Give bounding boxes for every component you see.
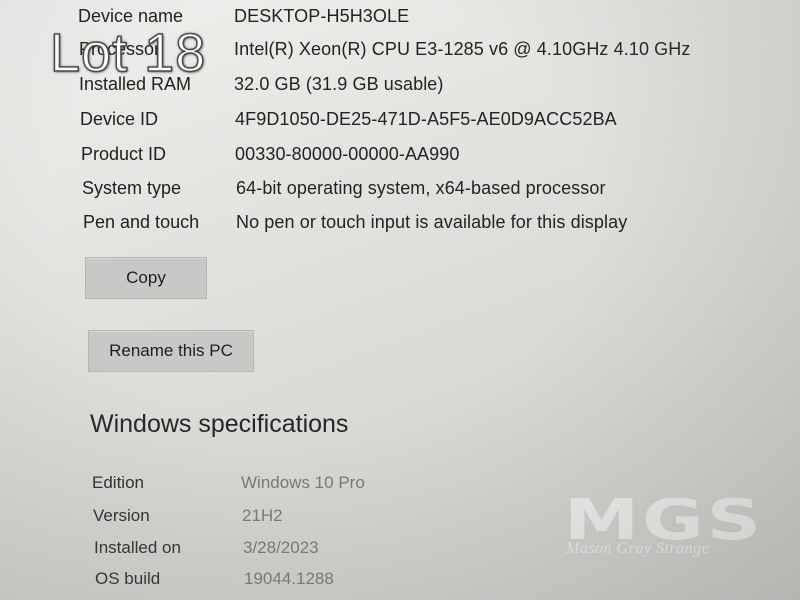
spec-value: 00330-80000-00000-AA990 [235, 144, 460, 164]
win-label: Edition [92, 473, 144, 492]
rename-pc-button[interactable]: Rename this PC [88, 330, 254, 372]
win-value: Windows 10 Pro [241, 473, 365, 492]
win-value: 21H2 [242, 506, 283, 525]
spec-value: 4F9D1050-DE25-471D-A5F5-AE0D9ACC52BA [235, 109, 617, 129]
spec-value: DESKTOP-H5H3OLE [234, 6, 410, 26]
spec-row-system-type: System type 64-bit operating system, x64… [0, 172, 800, 204]
watermark-text: Mason Gray Strange [566, 540, 710, 557]
win-label: Installed on [94, 538, 181, 557]
windows-specifications-heading: Windows specifications [90, 410, 349, 438]
win-row-os-build: OS build 19044.1288 [0, 564, 800, 594]
win-label: OS build [95, 569, 161, 588]
spec-label: Device ID [80, 109, 159, 129]
spec-label: Product ID [81, 144, 167, 164]
watermark-logo: MGS Mason Gray Strange [560, 488, 761, 568]
spec-label: Pen and touch [83, 212, 200, 232]
spec-row-pen-and-touch: Pen and touch No pen or touch input is a… [0, 206, 800, 238]
spec-value: 32.0 GB (31.9 GB usable) [234, 74, 444, 94]
spec-value: Intel(R) Xeon(R) CPU E3-1285 v6 @ 4.10GH… [234, 39, 691, 59]
spec-row-product-id: Product ID 00330-80000-00000-AA990 [0, 138, 800, 170]
spec-row-device-id: Device ID 4F9D1050-DE25-471D-A5F5-AE0D9A… [0, 103, 800, 135]
spec-value: 64-bit operating system, x64-based proce… [236, 178, 606, 198]
lot-label-overlay: Lot 18 [49, 22, 207, 84]
win-value: 3/28/2023 [243, 538, 319, 557]
win-value: 19044.1288 [244, 569, 334, 588]
spec-label: System type [82, 178, 182, 198]
spec-value: No pen or touch input is available for t… [236, 212, 628, 232]
win-label: Version [93, 506, 150, 525]
copy-button[interactable]: Copy [85, 257, 207, 299]
